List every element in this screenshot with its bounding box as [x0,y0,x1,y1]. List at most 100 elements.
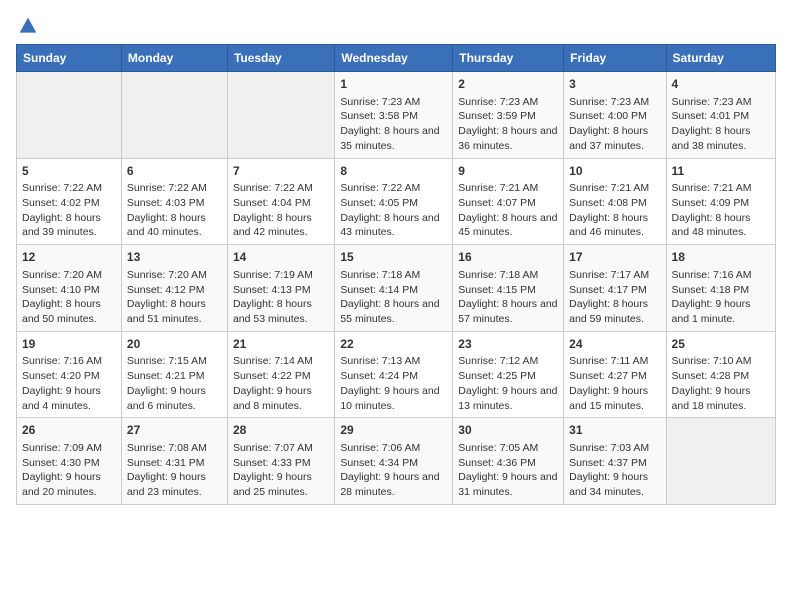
day-number: 12 [22,249,116,266]
day-info: Daylight: 9 hours and 8 minutes. [233,384,329,413]
calendar-week-4: 19Sunrise: 7:16 AMSunset: 4:20 PMDayligh… [17,331,776,418]
calendar-cell [17,72,122,159]
day-info: Sunset: 4:15 PM [458,283,558,298]
day-info: Daylight: 8 hours and 53 minutes. [233,297,329,326]
day-info: Sunset: 4:27 PM [569,369,660,384]
day-info: Daylight: 9 hours and 6 minutes. [127,384,222,413]
calendar-week-2: 5Sunrise: 7:22 AMSunset: 4:02 PMDaylight… [17,158,776,245]
day-info: Daylight: 8 hours and 40 minutes. [127,211,222,240]
day-info: Sunrise: 7:14 AM [233,354,329,369]
day-number: 23 [458,336,558,353]
calendar-cell: 3 Sunrise: 7:23 AMSunset: 4:00 PMDaylight… [564,72,666,159]
calendar-cell: 15Sunrise: 7:18 AMSunset: 4:14 PMDayligh… [335,245,453,332]
day-info: Sunset: 4:10 PM [22,283,116,298]
day-info: Sunset: 4:00 PM [569,109,660,124]
day-info: Daylight: 9 hours and 34 minutes. [569,470,660,499]
calendar-week-3: 12 Sunrise: 7:20 AM Sunset: 4:10 PM Dayligh… [17,245,776,332]
logo [16,16,38,36]
day-info: Daylight: 8 hours and 59 minutes. [569,297,660,326]
day-info: Sunset: 4:36 PM [458,456,558,471]
day-info: Sunrise: 7:06 AM [340,441,447,456]
day-info: Sunrise: 7:22 AM [233,181,329,196]
calendar-cell: 23Sunrise: 7:12 AMSunset: 4:25 PMDayligh… [453,331,564,418]
day-info: Sunrise: 7:23 AM [569,95,660,110]
day-info: Sunrise: 7:16 AM [672,268,770,283]
day-info: Sunrise: 7:05 AM [458,441,558,456]
calendar-cell: 26Sunrise: 7:09 AMSunset: 4:30 PMDayligh… [17,418,122,505]
day-info: Daylight: 9 hours and 23 minutes. [127,470,222,499]
day-info: Sunrise: 7:22 AM [340,181,447,196]
day-info: Daylight: 9 hours and 10 minutes. [340,384,447,413]
calendar-week-5: 26 Sunrise: 7:09 AMSunset: 4:30 PM Dayligh… [17,418,776,505]
day-info: Sunrise: 7:23 AM [458,95,558,110]
day-info: Daylight: 8 hours and 37 minutes. [569,124,660,153]
day-number: 5 [22,163,116,180]
day-info: Daylight: 9 hours and 28 minutes. [340,470,447,499]
day-info: Sunrise: 7:22 AM [127,181,222,196]
day-number: 28 [233,422,329,439]
day-info: Daylight: 8 hours and 57 minutes. [458,297,558,326]
calendar-cell: 7Sunrise: 7:22 AMSunset: 4:04 PMDaylight… [227,158,334,245]
day-info: Sunset: 4:14 PM [340,283,447,298]
day-info: Daylight: 8 hours and 35 minutes. [340,124,447,153]
day-info: Daylight: 9 hours and 31 minutes. [458,470,558,499]
day-number: 25 [672,336,770,353]
day-number: 8 [340,163,447,180]
day-info: Daylight: 9 hours and 1 minute. [672,297,770,326]
day-info: Sunset: 4:30 PM [22,456,116,471]
day-number: 2 [458,76,558,93]
calendar-cell: 12Sunrise: 7:20 AMSunset: 4:10 PMDayligh… [17,245,122,332]
day-info: Sunrise: 7:10 AM [672,354,770,369]
calendar-cell: 24Sunrise: 7:11 AMSunset: 4:27 PMDayligh… [564,331,666,418]
calendar-cell: 21Sunrise: 7:14 AMSunset: 4:22 PMDayligh… [227,331,334,418]
day-header-friday: Friday [564,45,666,72]
calendar-cell: 19Sunrise: 7:16 AMSunset: 4:20 PMDayligh… [17,331,122,418]
day-info: Sunrise: 7:21 AM [569,181,660,196]
day-number: 3 [569,76,660,93]
day-info: Sunset: 4:22 PM [233,369,329,384]
day-info: Sunset: 4:05 PM [340,196,447,211]
day-info: Sunrise: 7:03 AM [569,441,660,456]
day-info: Sunrise: 7:18 AM [340,268,447,283]
calendar-cell: 18Sunrise: 7:16 AMSunset: 4:18 PMDayligh… [666,245,775,332]
day-number: 24 [569,336,660,353]
calendar-cell: 1Sunrise: 7:23 AMSunset: 3:58 PMDaylight… [335,72,453,159]
day-info: Daylight: 8 hours and 55 minutes. [340,297,447,326]
day-info: Daylight: 8 hours and 43 minutes. [340,211,447,240]
calendar-cell: 22Sunrise: 7:13 AMSunset: 4:24 PMDayligh… [335,331,453,418]
day-info: Sunrise: 7:21 AM [672,181,770,196]
day-info: Daylight: 9 hours and 15 minutes. [569,384,660,413]
day-header-saturday: Saturday [666,45,775,72]
calendar-cell [227,72,334,159]
day-info: Sunset: 4:17 PM [569,283,660,298]
calendar-cell: 13Sunrise: 7:20 AMSunset: 4:12 PMDayligh… [121,245,227,332]
calendar-cell: 6Sunrise: 7:22 AMSunset: 4:03 PMDaylight… [121,158,227,245]
day-info: Daylight: 8 hours and 45 minutes. [458,211,558,240]
calendar-cell: 27Sunrise: 7:08 AMSunset: 4:31 PMDayligh… [121,418,227,505]
calendar-cell: 11Sunrise: 7:21 AMSunset: 4:09 PMDayligh… [666,158,775,245]
calendar-cell: 5Sunrise: 7:22 AMSunset: 4:02 PMDaylight… [17,158,122,245]
day-info: Sunset: 4:12 PM [127,283,222,298]
day-info: Sunset: 4:20 PM [22,369,116,384]
calendar-cell: 30 Sunrise: 7:05 AMSunset: 4:36 PMDayligh… [453,418,564,505]
day-info: Sunset: 4:28 PM [672,369,770,384]
day-info: Sunrise: 7:20 AM [127,268,222,283]
calendar-cell: 8Sunrise: 7:22 AMSunset: 4:05 PMDaylight… [335,158,453,245]
day-info: Sunrise: 7:23 AM [340,95,447,110]
day-info: Sunrise: 7:07 AM [233,441,329,456]
day-number: 4 [672,76,770,93]
calendar-cell: 31Sunrise: 7:03 AMSunset: 4:37 PMDayligh… [564,418,666,505]
day-info: Sunrise: 7:16 AM [22,354,116,369]
day-number: 30 [458,422,558,439]
day-number: 26 [22,422,116,439]
day-number: 6 [127,163,222,180]
day-info: Sunset: 3:59 PM [458,109,558,124]
day-header-wednesday: Wednesday [335,45,453,72]
calendar-cell: 2Sunrise: 7:23 AMSunset: 3:59 PMDaylight… [453,72,564,159]
day-info: Daylight: 8 hours and 46 minutes. [569,211,660,240]
calendar-cell: 20Sunrise: 7:15 AMSunset: 4:21 PMDayligh… [121,331,227,418]
calendar-cell: 25Sunrise: 7:10 AMSunset: 4:28 PMDayligh… [666,331,775,418]
day-info: Daylight: 8 hours and 39 minutes. [22,211,116,240]
day-info: Daylight: 9 hours and 25 minutes. [233,470,329,499]
day-info: Sunrise: 7:09 AM [22,441,116,456]
